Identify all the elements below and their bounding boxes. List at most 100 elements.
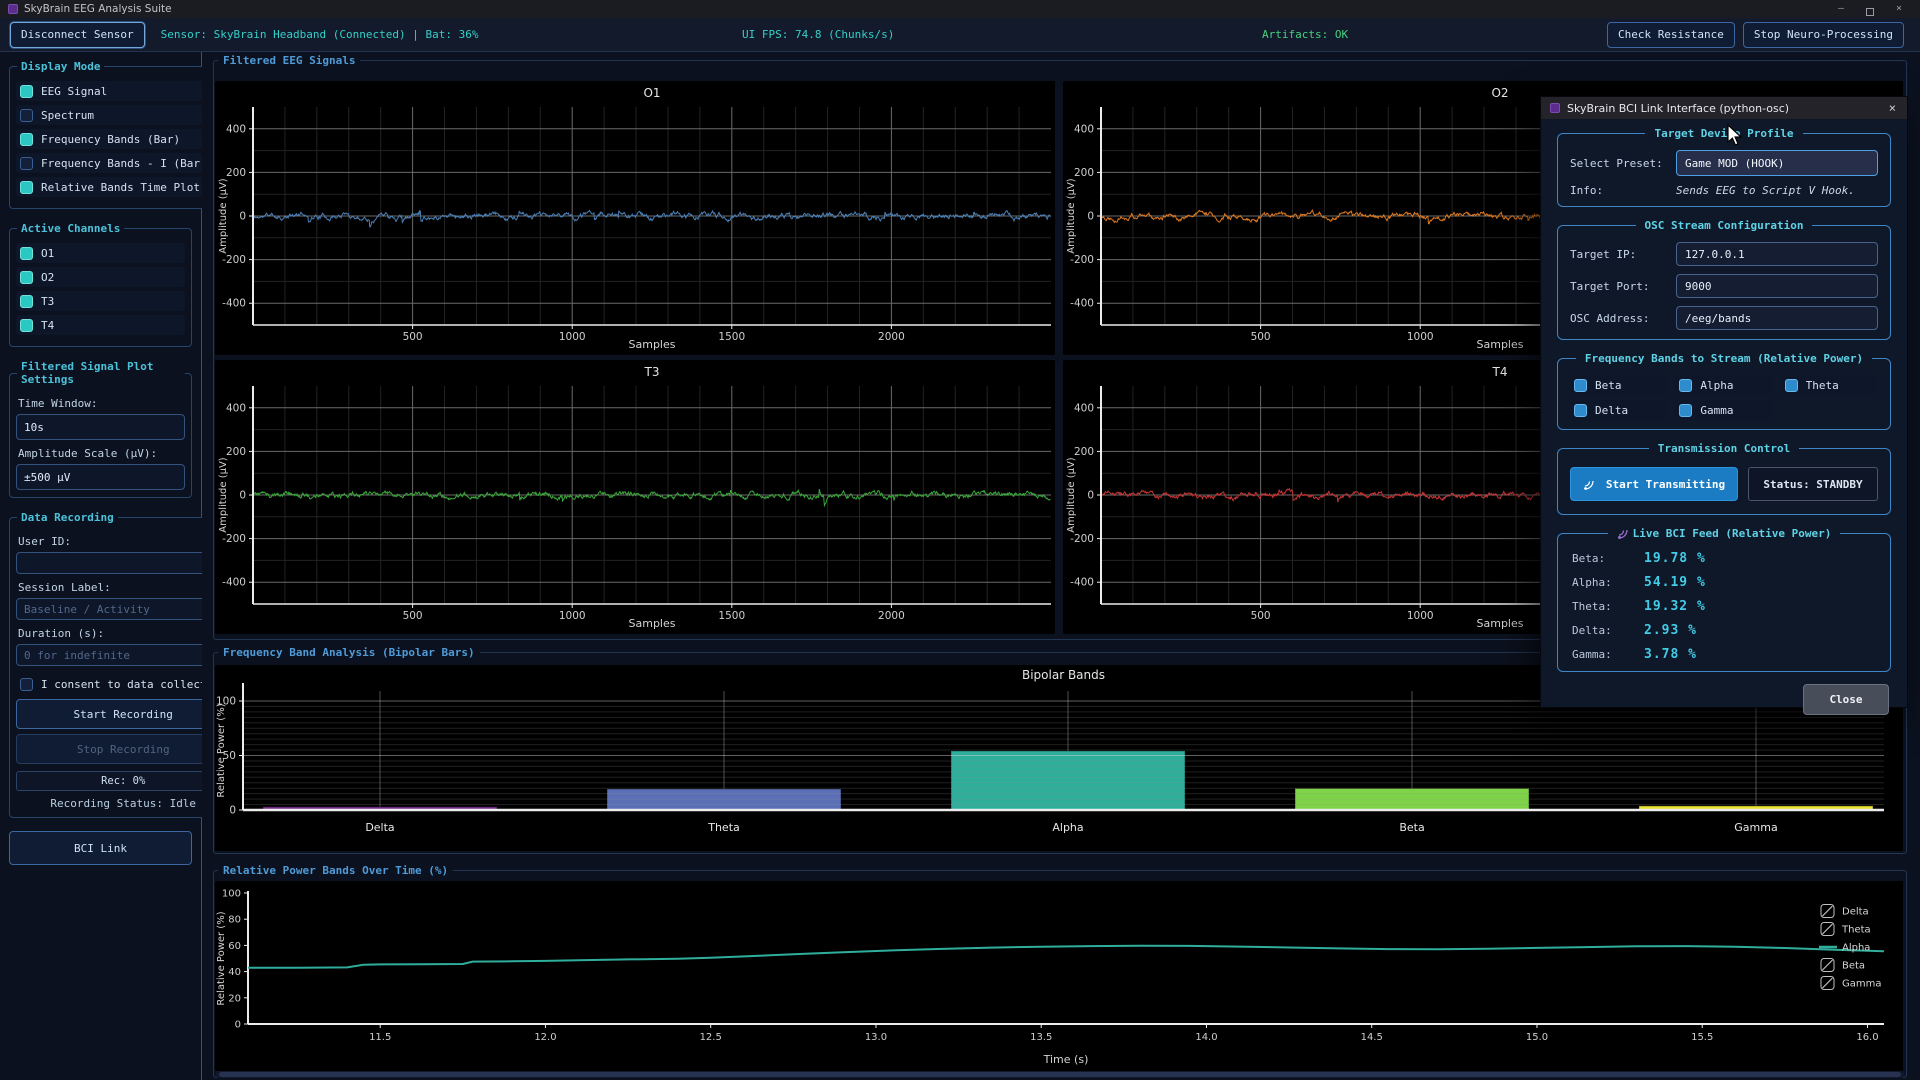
- svg-text:0: 0: [1087, 490, 1094, 502]
- stop-recording-button[interactable]: Stop Recording: [16, 734, 230, 764]
- target-port-input[interactable]: [1676, 274, 1878, 298]
- start-transmitting-button[interactable]: Start Transmitting: [1570, 467, 1738, 501]
- svg-text:40: 40: [228, 967, 241, 978]
- session-input[interactable]: [16, 598, 230, 620]
- target-device-profile-title: Target Device Profile: [1645, 127, 1802, 140]
- svg-text:Delta: Delta: [1842, 907, 1869, 918]
- checkbox-icon[interactable]: [20, 319, 33, 332]
- svg-text:2000: 2000: [878, 610, 905, 622]
- close-button[interactable]: ×: [1896, 0, 1902, 18]
- svg-text:500: 500: [1251, 331, 1271, 343]
- stop-neuro-processing-button[interactable]: Stop Neuro-Processing: [1743, 22, 1904, 48]
- svg-text:Bipolar Bands: Bipolar Bands: [1022, 668, 1105, 682]
- time-window-select[interactable]: 10s: [16, 414, 185, 440]
- check-label: Frequency Bands (Bar): [41, 133, 180, 146]
- checkbox-icon[interactable]: [20, 271, 33, 284]
- svg-text:-200: -200: [1070, 254, 1094, 266]
- stream-band-delta[interactable]: Delta: [1570, 400, 1667, 420]
- svg-text:1500: 1500: [718, 331, 745, 343]
- svg-text:Alpha: Alpha: [1842, 943, 1870, 954]
- display-mode-eeg-signal[interactable]: EEG Signal: [16, 81, 211, 101]
- scrollbar-thumb[interactable]: [219, 1072, 1901, 1077]
- svg-text:500: 500: [403, 610, 423, 622]
- stream-band-beta[interactable]: Beta: [1570, 375, 1667, 395]
- feed-label: Delta:: [1572, 624, 1644, 637]
- checkbox-icon[interactable]: [1679, 379, 1692, 392]
- checkbox-icon[interactable]: [1574, 404, 1587, 417]
- check-label: O1: [41, 247, 54, 260]
- display-mode-frequency-bands-i[interactable]: Frequency Bands - I (Bar): [16, 153, 211, 173]
- recording-status: Recording Status: Idle: [16, 797, 230, 810]
- duration-input[interactable]: [16, 644, 230, 666]
- stream-band-gamma[interactable]: Gamma: [1675, 400, 1772, 420]
- horizontal-scrollbar[interactable]: [215, 1071, 1905, 1078]
- eeg-plot-o1[interactable]: 4002000-200-400500100015002000O1SamplesA…: [215, 81, 1055, 355]
- channel-t3[interactable]: T3: [16, 291, 185, 311]
- channel-o1[interactable]: O1: [16, 243, 185, 263]
- check-resistance-button[interactable]: Check Resistance: [1607, 22, 1735, 48]
- checkbox-icon[interactable]: [20, 181, 33, 194]
- dialog-title-bar[interactable]: SkyBrain BCI Link Interface (python-osc)…: [1541, 97, 1907, 119]
- channel-o2[interactable]: O2: [16, 267, 185, 287]
- preset-value: Game MOD (HOOK): [1685, 157, 1784, 170]
- feed-label: Gamma:: [1572, 648, 1644, 661]
- svg-text:Theta: Theta: [1841, 925, 1871, 936]
- start-recording-button[interactable]: Start Recording: [16, 699, 230, 729]
- checkbox-icon[interactable]: [1785, 379, 1798, 392]
- eeg-plot-t3[interactable]: 4002000-200-400500100015002000T3SamplesA…: [215, 360, 1055, 634]
- sidebar: Display Mode EEG Signal Spectrum Frequen…: [0, 52, 202, 1080]
- stream-band-alpha[interactable]: Alpha: [1675, 375, 1772, 395]
- toolbar: Disconnect Sensor Sensor: SkyBrain Headb…: [0, 18, 1920, 52]
- artifacts-status: Artifacts: OK: [1262, 28, 1348, 41]
- checkbox-icon[interactable]: [20, 133, 33, 146]
- eeg-signals-section-title: Filtered EEG Signals: [218, 54, 360, 67]
- osc-address-input[interactable]: [1676, 306, 1878, 330]
- disconnect-sensor-button[interactable]: Disconnect Sensor: [10, 22, 145, 48]
- active-channels-title: Active Channels: [17, 222, 124, 235]
- svg-text:Beta: Beta: [1842, 961, 1865, 972]
- display-mode-spectrum[interactable]: Spectrum: [16, 105, 211, 125]
- amplitude-scale-select[interactable]: ±500 µV: [16, 464, 185, 490]
- checkbox-icon[interactable]: [1679, 404, 1692, 417]
- feed-row-delta: Delta: 2.93 %: [1572, 623, 1876, 638]
- svg-text:400: 400: [1074, 402, 1094, 414]
- dialog-close-button[interactable]: Close: [1803, 684, 1889, 715]
- user-id-input[interactable]: [16, 552, 230, 574]
- maximize-button[interactable]: [1866, 8, 1874, 16]
- dialog-app-icon: [1550, 103, 1560, 113]
- display-mode-frequency-bands[interactable]: Frequency Bands (Bar): [16, 129, 211, 149]
- checkbox-icon[interactable]: [20, 295, 33, 308]
- relative-power-time-chart[interactable]: 02040608010011.512.012.513.013.514.014.5…: [215, 881, 1903, 1071]
- consent-checkbox-row[interactable]: I consent to data collection: [16, 674, 230, 694]
- channel-t4[interactable]: T4: [16, 315, 185, 335]
- checkbox-icon[interactable]: [20, 85, 33, 98]
- checkbox-icon[interactable]: [20, 247, 33, 260]
- active-channels-group: Active Channels O1 O2 T3 T4: [9, 222, 192, 347]
- target-device-profile-group: Target Device Profile Select Preset: Gam…: [1557, 127, 1891, 207]
- target-ip-input[interactable]: [1676, 242, 1878, 266]
- feed-label: Alpha:: [1572, 576, 1644, 589]
- osc-config-title: OSC Stream Configuration: [1636, 219, 1813, 232]
- checkbox-icon[interactable]: [20, 157, 33, 170]
- target-ip-label: Target IP:: [1570, 248, 1676, 261]
- consent-label: I consent to data collection: [41, 678, 226, 691]
- bci-link-button[interactable]: BCI Link: [9, 831, 192, 865]
- title-bar: SkyBrain EEG Analysis Suite — ×: [0, 0, 1920, 18]
- checkbox-icon[interactable]: [20, 109, 33, 122]
- svg-text:12.0: 12.0: [534, 1032, 556, 1043]
- check-label: EEG Signal: [41, 85, 107, 98]
- feed-value: 2.93 %: [1644, 623, 1697, 638]
- display-mode-relative-bands[interactable]: Relative Bands Time Plot: [16, 177, 211, 197]
- check-label: Relative Bands Time Plot: [41, 181, 200, 194]
- preset-select[interactable]: Game MOD (HOOK): [1676, 150, 1878, 176]
- svg-text:1000: 1000: [559, 610, 586, 622]
- check-label: Gamma: [1700, 404, 1733, 417]
- minimize-button[interactable]: —: [1838, 0, 1844, 18]
- satellite-icon: [1583, 478, 1595, 490]
- time-window-value: 10s: [24, 421, 44, 434]
- svg-text:16.0: 16.0: [1856, 1032, 1878, 1043]
- stream-band-theta[interactable]: Theta: [1781, 375, 1878, 395]
- checkbox-icon[interactable]: [1574, 379, 1587, 392]
- consent-checkbox[interactable]: [20, 678, 33, 691]
- dialog-close-icon[interactable]: ×: [1887, 101, 1898, 115]
